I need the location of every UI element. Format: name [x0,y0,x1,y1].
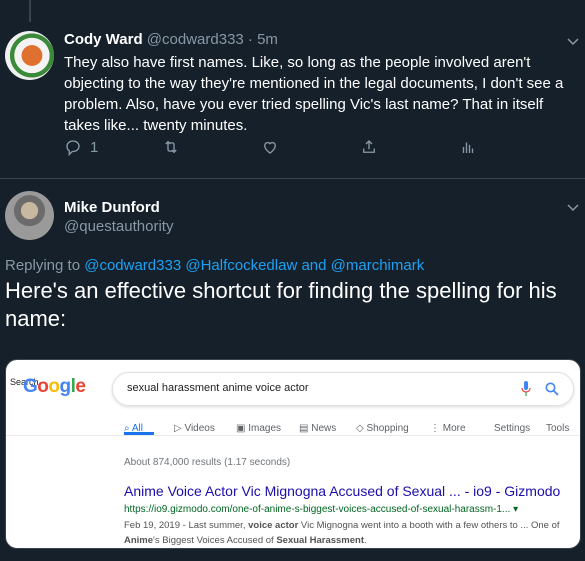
analytics-button[interactable] [459,138,477,156]
author-handle[interactable]: @questauthority [64,218,173,235]
tweet-text: Here's an effective shortcut for finding… [5,278,557,331]
google-logo: Google [23,376,86,397]
tweet-text: They also have first names. Like, so lon… [64,54,564,134]
share-button[interactable] [360,138,378,156]
result-url[interactable]: https://io9.gizmodo.com/one-of-anime-s-b… [124,504,518,515]
author-name[interactable]: Mike Dunford [64,199,160,216]
like-button[interactable] [261,138,279,156]
attached-image[interactable]: Search Google sexual harassment anime vo… [5,359,581,549]
analytics-icon [462,142,474,153]
author-name[interactable]: Cody Ward [64,31,143,48]
separator: · [247,31,253,48]
result-snippet: Feb 19, 2019 - Last summer, voice actor … [124,520,560,546]
mention-link[interactable]: @marchimark [331,257,425,274]
search-query: sexual harassment anime voice actor [127,382,309,394]
like-icon [264,141,276,154]
chevron-down-icon[interactable] [567,34,579,49]
search-box[interactable]: sexual harassment anime voice actor [112,372,574,406]
tweet-actions: 1 [64,138,494,158]
tweet-header: Cody Ward @codward333 · 5m [64,31,278,48]
tab-images[interactable]: ▣ Images [236,423,281,434]
mention-link[interactable]: @codward333 [84,257,181,274]
retweet-button[interactable] [162,138,180,156]
mic-icon[interactable] [521,381,531,397]
active-tab-indicator [124,432,154,435]
tab-news[interactable]: ▤ News [299,423,336,434]
search-icon[interactable] [545,382,559,396]
replying-prefix: Replying to [5,257,81,274]
tabs-divider [6,435,580,436]
search-tabs: ⌕ All ▷ Videos ▣ Images ▤ News ◇ Shoppin… [124,423,574,439]
replying-and: and [301,257,327,274]
reply-icon [66,140,80,156]
mention-link[interactable]: @Halfcockedlaw [185,257,297,274]
divider [0,178,585,179]
replying-to: Replying to @codward333 @Halfcockedlaw a… [5,257,424,274]
retweet-icon [165,140,177,154]
tab-shopping[interactable]: ◇ Shopping [356,423,409,434]
avatar[interactable] [5,31,54,80]
avatar[interactable] [5,191,54,240]
author-handle[interactable]: @codward333 [147,31,244,48]
timestamp[interactable]: 5m [257,31,278,48]
result-title[interactable]: Anime Voice Actor Vic Mignogna Accused o… [124,483,560,499]
tab-tools[interactable]: Tools [546,423,569,434]
tab-more[interactable]: ⋮ More [430,423,466,434]
reply-count: 1 [90,138,99,156]
reply-button[interactable]: 1 [64,138,98,156]
tab-videos[interactable]: ▷ Videos [174,423,215,434]
chevron-down-icon[interactable] [567,200,579,215]
tweet-cody-ward[interactable]: Cody Ward @codward333 · 5m They also hav… [0,0,585,178]
share-icon [363,140,375,153]
result-stats: About 874,000 results (1.17 seconds) [124,457,291,468]
tab-settings[interactable]: Settings [494,423,530,434]
